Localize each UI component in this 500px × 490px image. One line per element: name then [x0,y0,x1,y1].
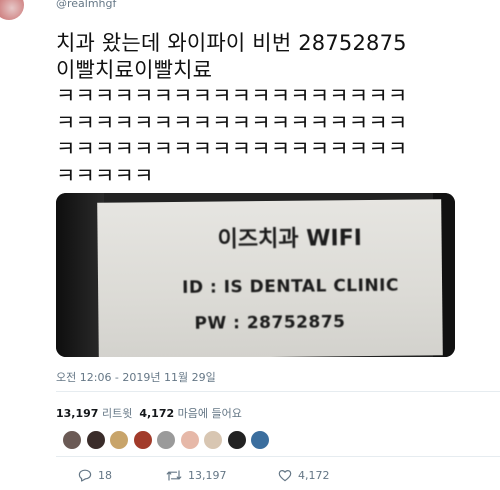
wifi-sign-password: PW : 28752875 [194,312,346,334]
wifi-sign-title: 이즈치과 WIFI [217,226,363,253]
engagement-stats: 13,197 리트윗 4,172 마음에 들어요 [56,405,242,421]
liker-avatar[interactable] [132,430,153,450]
wifi-sign-id: ID : IS DENTAL CLINIC [181,275,400,298]
wifi-sign-card: 이즈치과 WIFI ID : IS DENTAL CLINIC PW : 287… [97,199,443,357]
liker-avatar[interactable] [85,430,106,450]
liker-avatar[interactable] [226,430,247,450]
retweets-count: 13,197 [56,407,99,420]
liker-avatar[interactable] [179,430,200,450]
retweet-count: 13,197 [188,469,227,482]
reply-button[interactable]: 18 [78,469,112,482]
author-handle[interactable]: @realmhgf [56,0,116,10]
retweet-button[interactable]: 13,197 [166,469,227,482]
tweet-timestamp[interactable]: 오전 12:06 - 2019년 11월 29일 [56,369,216,385]
likes-label: 마음에 들어요 [177,407,242,420]
liker-avatar[interactable] [109,430,129,450]
liker-avatar[interactable] [62,430,82,450]
tweet-photo[interactable]: 이즈치과 WIFI ID : IS DENTAL CLINIC PW : 287… [56,193,455,357]
liker-avatar[interactable] [203,430,223,450]
likes-count: 4,172 [139,407,175,420]
avatar[interactable] [0,0,24,20]
divider [56,391,500,392]
reply-count: 18 [98,469,112,482]
retweet-icon [166,470,182,481]
retweets-stat[interactable]: 13,197 리트윗 [56,407,132,420]
likes-stat[interactable]: 4,172 마음에 들어요 [139,407,242,420]
like-button[interactable]: 4,172 [278,469,330,482]
like-count: 4,172 [298,469,330,482]
heart-icon [278,470,292,482]
divider [56,456,500,457]
retweets-label: 리트윗 [101,407,133,420]
tweet-text: 치과 왔는데 와이파이 비번 28752875 이빨치료이빨치료 ㅋㅋㅋㅋㅋㅋㅋ… [56,31,408,188]
liker-avatar[interactable] [156,430,176,450]
liker-avatar[interactable] [250,430,270,450]
reply-icon [78,469,92,482]
